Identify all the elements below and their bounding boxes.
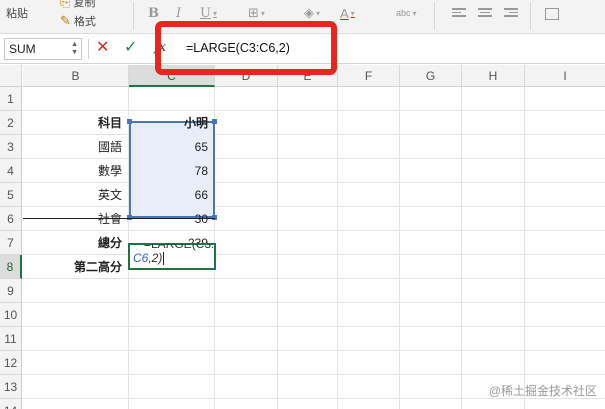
chevron-down-icon: ▾ — [350, 8, 355, 18]
row-header-9[interactable]: 9 — [0, 279, 22, 303]
row-header-13[interactable]: 13 — [0, 375, 22, 399]
column-header-h[interactable]: H — [462, 65, 525, 87]
italic-button[interactable]: I — [176, 4, 181, 22]
cell-b6[interactable]: 社會 — [23, 207, 128, 231]
cancel-icon[interactable]: ✕ — [96, 39, 109, 57]
border-button[interactable]: ⊞ ▾ — [248, 4, 265, 22]
formula-input[interactable]: =LARGE(C3:C6,2) — [186, 41, 290, 55]
italic-label: I — [176, 5, 182, 21]
gridline — [22, 326, 605, 327]
paint-bucket-icon: ◈ — [304, 5, 314, 20]
cell-c2[interactable]: 小明 — [129, 111, 214, 135]
chevron-down-icon: ▾ — [316, 8, 321, 18]
row-header-4[interactable]: 4 — [0, 159, 22, 183]
ribbon-divider — [133, 2, 134, 30]
column-header-e[interactable]: E — [278, 65, 338, 87]
text-cursor — [163, 252, 165, 266]
cell-c5[interactable]: 66 — [129, 183, 214, 207]
total-border — [23, 218, 215, 219]
copy-label: 复制 — [73, 0, 96, 9]
ribbon-divider — [434, 2, 435, 30]
font-color-button[interactable]: A ▾ — [340, 4, 355, 22]
align-left-button[interactable] — [452, 8, 466, 20]
insert-function-button[interactable]: fx — [154, 40, 166, 55]
row-header-14[interactable]: 14 — [0, 399, 22, 409]
gridline — [277, 87, 278, 409]
cell-b5[interactable]: 英文 — [23, 183, 128, 207]
row-header-12[interactable]: 12 — [0, 351, 22, 375]
chevron-down-icon: ▾ — [412, 8, 417, 18]
column-header-i[interactable]: I — [525, 65, 605, 87]
select-all-corner[interactable] — [0, 65, 22, 87]
cell-b7[interactable]: 總分 — [23, 231, 128, 255]
bold-label: B — [148, 5, 159, 21]
row-header-11[interactable]: 11 — [0, 327, 22, 351]
font-color-label: A — [340, 5, 349, 21]
active-cell-c8[interactable]: =LARGE(C3: C6,2) — [128, 243, 216, 270]
gridline — [22, 350, 605, 351]
copy-icon: ⎘ — [60, 0, 71, 9]
gridline — [22, 302, 605, 303]
format-painter-label: 格式 — [73, 16, 96, 28]
row-header-1[interactable]: 1 — [0, 87, 22, 111]
ribbon-toolbar: 粘贴 ⎘ 复制 ✎ 格式 B I U ▾ ⊞ ▾ ◈ ▾ A ▾ abc ▾ — [0, 0, 605, 34]
cell-b4[interactable]: 數學 — [23, 159, 128, 183]
gridline — [22, 374, 605, 375]
format-painter-button[interactable]: ✎ 格式 — [60, 13, 96, 29]
cell-c3[interactable]: 65 — [129, 135, 214, 159]
column-header-b[interactable]: B — [23, 65, 129, 87]
enter-icon[interactable]: ✓ — [124, 39, 137, 57]
column-header-c[interactable]: C — [129, 65, 215, 87]
bold-button[interactable]: B — [148, 4, 159, 22]
name-box[interactable]: SUM ▲ ▼ — [4, 38, 82, 60]
wrap-text-icon[interactable] — [545, 8, 559, 20]
underline-label: U — [200, 5, 211, 21]
row-header-3[interactable]: 3 — [0, 135, 22, 159]
paintbrush-icon: ✎ — [60, 13, 71, 28]
row-header-6[interactable]: 6 — [0, 207, 22, 231]
cell-b8[interactable]: 第二高分 — [23, 255, 128, 279]
copy-button[interactable]: ⎘ 复制 — [60, 0, 95, 10]
border-icon: ⊞ — [248, 5, 259, 20]
align-center-button[interactable] — [478, 8, 492, 20]
row-header-7[interactable]: 7 — [0, 231, 22, 255]
chevron-down-icon: ▾ — [260, 8, 265, 18]
cell-edit-rest: ,2) — [148, 251, 163, 265]
gridline — [461, 87, 462, 409]
gridline — [524, 87, 525, 409]
column-header-f[interactable]: F — [338, 65, 400, 87]
text-effect-button[interactable]: abc ▾ — [396, 4, 417, 22]
fill-color-button[interactable]: ◈ ▾ — [304, 4, 320, 22]
stepper-arrows-icon[interactable]: ▲ ▼ — [71, 41, 78, 57]
underline-button[interactable]: U ▾ — [200, 4, 217, 22]
chevron-down-icon: ▾ — [212, 8, 217, 18]
cell-edit-reference: C6 — [133, 251, 149, 265]
text-effect-label: abc — [396, 8, 411, 18]
cell-b3[interactable]: 國語 — [23, 135, 128, 159]
watermark: @稀土掘金技术社区 — [488, 384, 597, 398]
cell-b2[interactable]: 科目 — [23, 111, 128, 135]
cell-edit-text[interactable]: C6,2) — [133, 251, 165, 266]
ribbon-divider — [530, 2, 531, 30]
align-right-button[interactable] — [504, 8, 518, 20]
formula-bar: SUM ▲ ▼ ✕ ✓ fx =LARGE(C3:C6,2) — [0, 34, 605, 64]
gridline — [337, 87, 338, 409]
column-header-d[interactable]: D — [215, 65, 278, 87]
row-header-8[interactable]: 8 — [0, 255, 22, 279]
cell-c4[interactable]: 78 — [129, 159, 214, 183]
row-header-2[interactable]: 2 — [0, 111, 22, 135]
column-header-g[interactable]: G — [400, 65, 462, 87]
name-box-value: SUM — [9, 42, 36, 56]
row-header-10[interactable]: 10 — [0, 303, 22, 327]
paste-button[interactable]: 粘贴 — [6, 5, 28, 21]
cell-c6[interactable]: 30 — [129, 207, 214, 231]
formula-bar-divider — [88, 39, 89, 59]
gridline — [399, 87, 400, 409]
row-header-5[interactable]: 5 — [0, 183, 22, 207]
